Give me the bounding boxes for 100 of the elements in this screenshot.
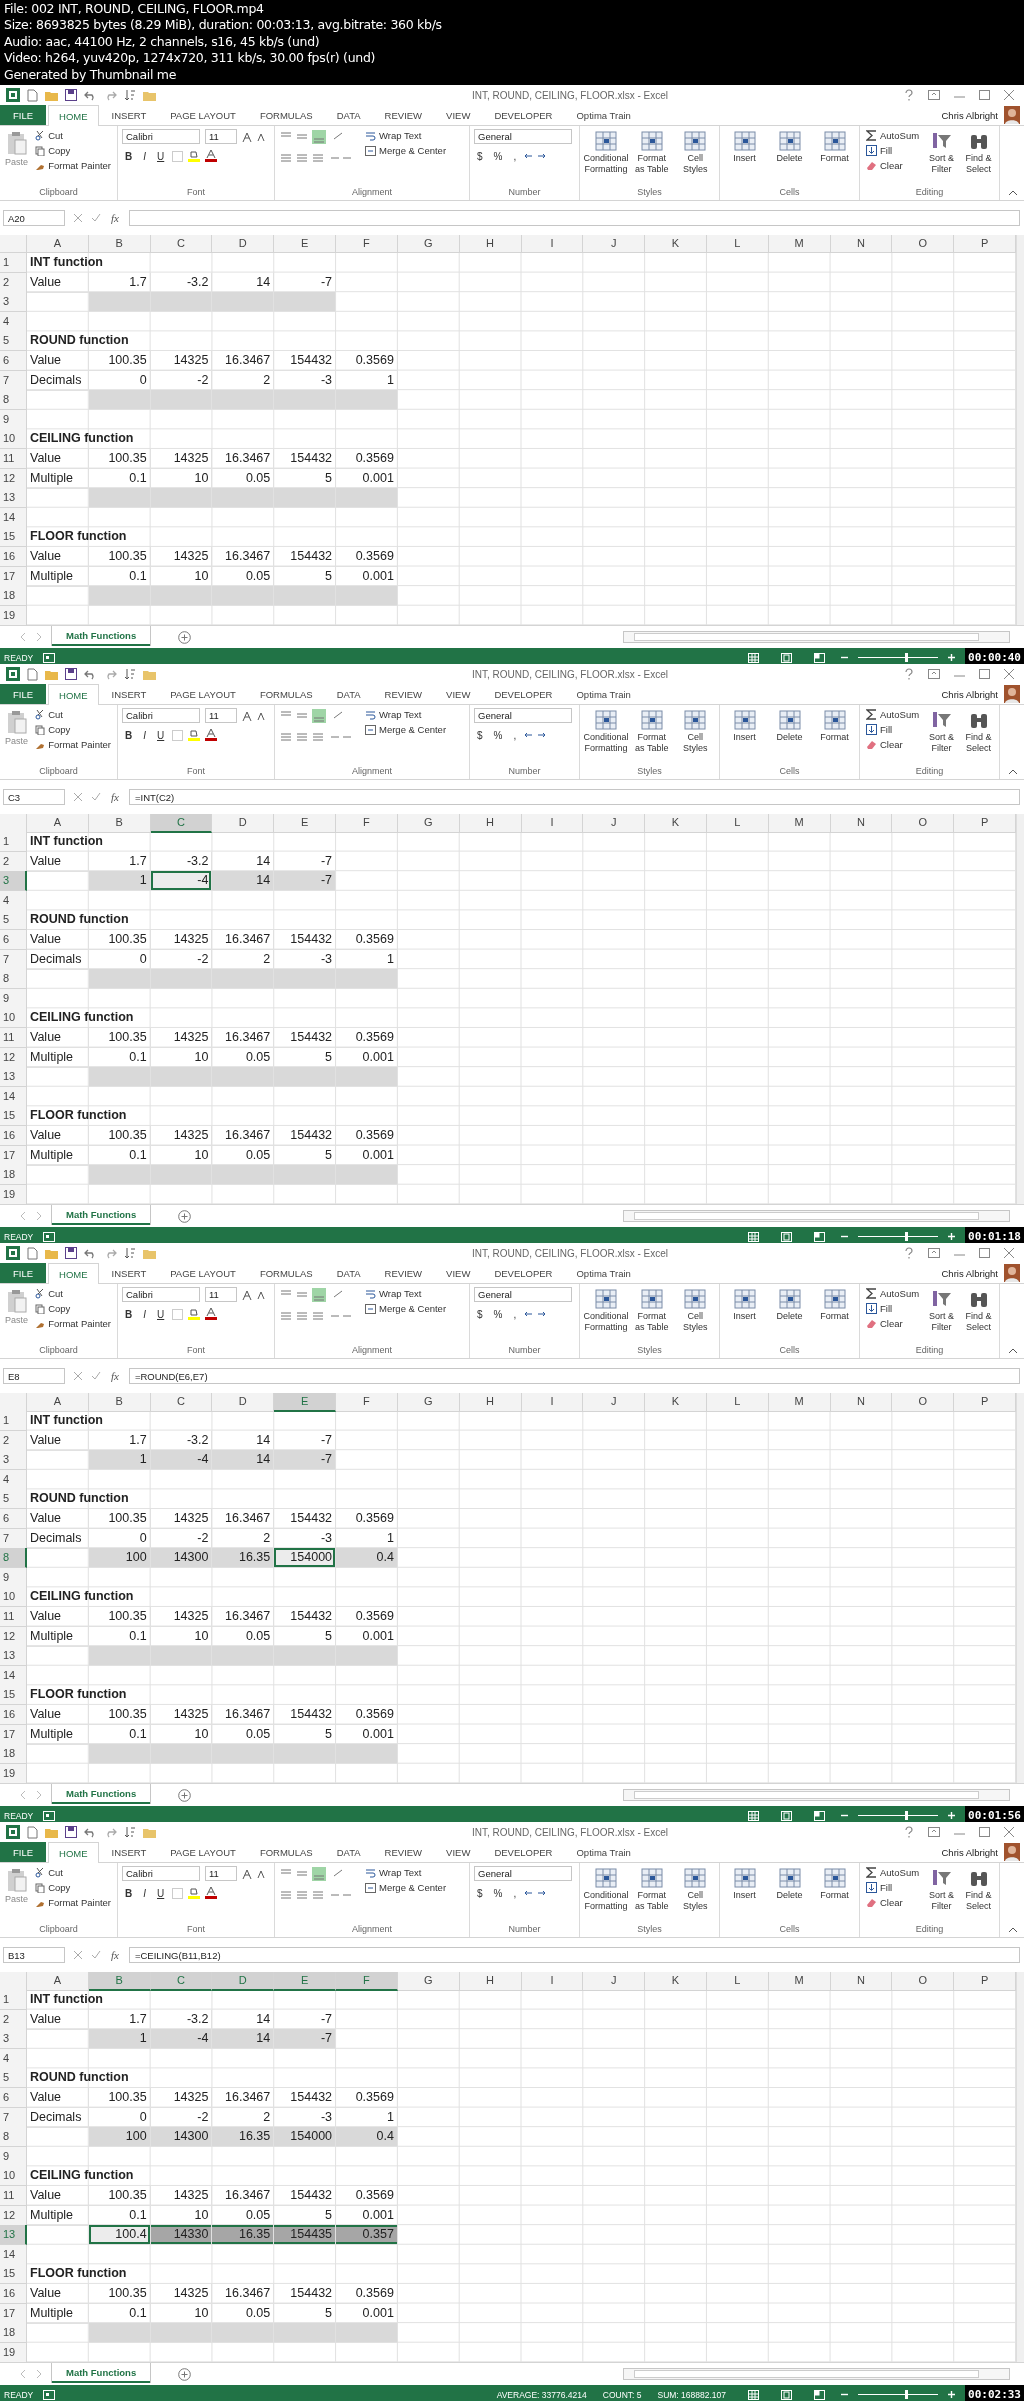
bold-button[interactable]: B <box>122 1887 136 1899</box>
name-box[interactable]: B13 <box>3 1947 65 1963</box>
ribbon-button[interactable]: Format <box>814 708 855 745</box>
sheet-tab[interactable]: Math Functions <box>52 1784 151 1805</box>
column-header[interactable]: N <box>830 814 893 833</box>
ribbon-tab[interactable]: INSERT <box>100 684 158 704</box>
column-header[interactable]: F <box>336 235 398 253</box>
ribbon-button[interactable]: Clear <box>864 159 922 172</box>
italic-button[interactable]: I <box>140 1308 149 1320</box>
ribbon-tab[interactable]: FORMULAS <box>248 105 324 125</box>
horizontal-scrollbar[interactable] <box>623 631 1010 644</box>
ribbon-tab[interactable]: Optima Train <box>565 1263 642 1283</box>
row-header[interactable]: 7 <box>0 1528 27 1549</box>
row-header[interactable]: 6 <box>0 929 27 950</box>
font-dropdown[interactable]: Calibri <box>122 129 200 144</box>
column-header[interactable]: N <box>830 1972 893 1991</box>
formula-field[interactable]: =ROUND(E6,E7) <box>128 1368 1020 1384</box>
row-header[interactable]: 17 <box>0 1145 27 1166</box>
sheet-tab[interactable]: Math Functions <box>52 1205 151 1226</box>
maximize-icon[interactable] <box>979 669 990 679</box>
help-icon[interactable] <box>904 668 914 680</box>
ribbon-tab[interactable]: FORMULAS <box>248 1263 324 1283</box>
user-name[interactable]: Chris Albright <box>941 688 998 700</box>
merge-center-button[interactable]: Merge & Center <box>363 1302 449 1315</box>
ribbon-button[interactable]: Conditional Formatting <box>584 1287 628 1335</box>
row-header[interactable]: 15 <box>0 1106 27 1127</box>
ribbon-button[interactable]: Insert <box>724 708 765 745</box>
column-header[interactable]: J <box>583 814 646 833</box>
underline-button[interactable]: U <box>154 1308 168 1320</box>
row-header[interactable]: 1 <box>0 253 27 273</box>
ribbon-tab[interactable]: REVIEW <box>373 684 434 704</box>
undo-icon[interactable] <box>84 1826 97 1838</box>
italic-button[interactable]: I <box>140 729 149 741</box>
paste-button[interactable]: Paste <box>4 129 30 170</box>
row-header[interactable]: 18 <box>0 2323 27 2344</box>
font-dropdown[interactable]: Calibri <box>122 1287 200 1302</box>
column-header[interactable]: J <box>583 235 646 253</box>
ribbon-tab[interactable]: HOME <box>48 1842 99 1863</box>
column-header[interactable]: M <box>768 235 831 253</box>
ribbon-button[interactable]: Conditional Formatting <box>584 1866 628 1914</box>
column-header[interactable]: N <box>830 1393 893 1412</box>
row-header[interactable]: 7 <box>0 2107 27 2128</box>
ribbon-button[interactable]: Format Painter <box>33 159 113 172</box>
grow-font-icon[interactable] <box>242 131 252 142</box>
ribbon-display-icon[interactable] <box>928 669 940 679</box>
page-layout-icon[interactable] <box>781 652 792 663</box>
row-header[interactable]: 8 <box>0 2127 27 2148</box>
row-header[interactable]: 11 <box>0 448 27 469</box>
ribbon-tab[interactable]: PAGE LAYOUT <box>159 1842 247 1862</box>
ribbon-display-icon[interactable] <box>928 90 940 100</box>
ribbon-button[interactable]: Conditional Formatting <box>584 129 628 177</box>
ribbon-tab[interactable]: Optima Train <box>565 1842 642 1862</box>
normal-view-icon[interactable] <box>748 2389 759 2400</box>
zoom-slider-thumb[interactable] <box>905 2390 908 2400</box>
avatar-icon[interactable] <box>1004 1264 1020 1282</box>
paste-button[interactable]: Paste <box>4 1287 30 1328</box>
ribbon-button[interactable]: Format as Table <box>632 1866 672 1914</box>
column-header[interactable]: P <box>954 1972 1016 1991</box>
column-header[interactable]: E <box>274 1393 337 1412</box>
column-header[interactable]: C <box>150 235 213 253</box>
cancel-icon[interactable] <box>73 1371 83 1381</box>
horizontal-scrollbar[interactable] <box>623 1789 1010 1802</box>
close-icon[interactable] <box>1004 1827 1014 1837</box>
redo-icon[interactable] <box>104 668 117 680</box>
close-icon[interactable] <box>1004 90 1014 100</box>
ribbon-tab[interactable]: Optima Train <box>565 684 642 704</box>
column-header[interactable]: O <box>892 814 955 833</box>
horizontal-scrollbar[interactable] <box>623 2368 1010 2381</box>
formula-field[interactable] <box>128 210 1020 226</box>
redo-icon[interactable] <box>104 1826 117 1838</box>
ribbon-button[interactable]: Format as Table <box>632 1287 672 1335</box>
shrink-font-icon[interactable] <box>257 711 265 720</box>
paste-button[interactable]: Paste <box>4 1866 30 1907</box>
column-header[interactable]: K <box>645 235 707 253</box>
bold-button[interactable]: B <box>122 729 136 741</box>
redo-icon[interactable] <box>104 1247 117 1259</box>
row-header[interactable]: 10 <box>0 1587 27 1608</box>
page-layout-icon[interactable] <box>781 1231 792 1242</box>
wrap-text-button[interactable]: Wrap Text <box>363 129 449 142</box>
new-document-icon[interactable] <box>27 667 38 681</box>
row-header[interactable]: 9 <box>0 988 27 1009</box>
ribbon-button[interactable]: Cut <box>33 1287 113 1300</box>
column-header[interactable]: I <box>521 235 584 253</box>
number-format-button[interactable]: , <box>510 729 520 741</box>
ribbon-display-icon[interactable] <box>928 1827 940 1837</box>
row-header[interactable]: 2 <box>0 2009 27 2030</box>
row-header[interactable]: 1 <box>0 1411 27 1431</box>
avatar-icon[interactable] <box>1004 1843 1020 1861</box>
shrink-font-icon[interactable] <box>257 1869 265 1878</box>
page-layout-icon[interactable] <box>781 1810 792 1821</box>
grow-font-icon[interactable] <box>242 1868 252 1879</box>
column-header[interactable]: O <box>892 235 955 253</box>
number-format-button[interactable]: % <box>490 150 506 162</box>
row-header[interactable]: 5 <box>0 331 27 352</box>
ribbon-button[interactable]: Find & Select <box>962 129 995 177</box>
number-format-button[interactable]: $ <box>474 1887 486 1899</box>
row-header[interactable]: 6 <box>0 1508 27 1529</box>
paste-button[interactable]: Paste <box>4 708 30 749</box>
ribbon-display-icon[interactable] <box>928 1248 940 1258</box>
ribbon-button[interactable]: Cut <box>33 1866 113 1879</box>
